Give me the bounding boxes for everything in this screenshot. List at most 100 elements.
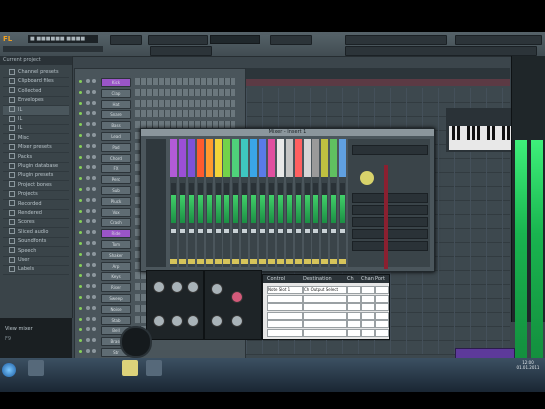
grid-cell[interactable] <box>267 328 303 337</box>
taskbar-icon-fl[interactable] <box>122 360 138 376</box>
volume-knob[interactable] <box>92 111 96 116</box>
channel-led[interactable] <box>79 285 82 289</box>
channel-button[interactable]: Pluck <box>101 196 131 206</box>
big-dial[interactable] <box>120 326 152 358</box>
volume-knob[interactable] <box>92 241 96 245</box>
record-buttons[interactable] <box>150 46 212 56</box>
pattern-selector[interactable] <box>110 35 142 45</box>
grid-cell[interactable] <box>375 311 389 320</box>
song-position[interactable] <box>270 35 312 45</box>
grid-cell[interactable] <box>375 303 389 311</box>
taskbar-icon[interactable] <box>28 360 44 376</box>
volume-knob[interactable] <box>92 89 96 94</box>
step-buttons[interactable] <box>135 88 235 96</box>
mixer-insert-strip[interactable] <box>241 139 249 267</box>
insert-fader[interactable] <box>322 229 328 233</box>
plugin-knob[interactable] <box>171 315 183 327</box>
insert-fader[interactable] <box>215 229 221 233</box>
volume-knob[interactable] <box>92 208 96 213</box>
grid-cell[interactable] <box>303 311 347 320</box>
mixer-insert-strip[interactable] <box>232 139 240 267</box>
mixer-insert-strip[interactable] <box>276 139 284 267</box>
grid-cell[interactable]: Note Slot 1 <box>267 286 303 294</box>
pan-knob[interactable] <box>86 349 90 353</box>
channel-button[interactable]: Hat <box>101 99 131 109</box>
volume-knob[interactable] <box>92 143 96 148</box>
mixer-insert-strip[interactable] <box>214 139 222 267</box>
pan-knob[interactable] <box>86 208 90 213</box>
volume-knob[interactable] <box>92 100 96 105</box>
grid-cell[interactable] <box>267 303 303 311</box>
mixer-insert-strip[interactable] <box>312 139 320 267</box>
insert-fader[interactable] <box>233 229 239 233</box>
grid-cell[interactable] <box>375 294 389 303</box>
channel-led[interactable] <box>79 166 82 170</box>
volume-knob[interactable] <box>92 295 96 299</box>
insert-fader[interactable] <box>331 229 337 233</box>
pan-knob[interactable] <box>86 176 90 181</box>
channel-button[interactable]: Vox <box>101 207 131 217</box>
volume-knob[interactable] <box>92 154 96 159</box>
insert-route-button[interactable] <box>187 259 195 264</box>
fx-slot[interactable] <box>352 229 428 239</box>
channel-led[interactable] <box>79 231 82 235</box>
grid-cell[interactable] <box>303 328 347 337</box>
insert-route-button[interactable] <box>339 259 347 264</box>
channel-button[interactable]: Pad <box>101 142 131 152</box>
mixer-insert-strip[interactable] <box>339 139 347 267</box>
channel-button[interactable]: Snare <box>101 110 131 120</box>
channel-led[interactable] <box>79 328 82 332</box>
grid-cell[interactable] <box>267 320 303 328</box>
fx-slot[interactable] <box>352 205 428 215</box>
volume-knob[interactable] <box>92 176 96 181</box>
channel-led[interactable] <box>79 188 82 191</box>
insert-fader[interactable] <box>277 229 283 233</box>
grid-cell[interactable] <box>303 320 347 328</box>
volume-knob[interactable] <box>92 284 96 289</box>
mixer-insert-strip[interactable] <box>259 139 266 267</box>
insert-route-button[interactable] <box>303 259 311 264</box>
step-buttons[interactable] <box>135 78 235 85</box>
pan-knob[interactable] <box>86 143 90 148</box>
grid-cell[interactable] <box>361 303 375 311</box>
insert-route-button[interactable] <box>267 259 275 264</box>
mixer-insert-strip[interactable] <box>303 139 311 267</box>
volume-knob[interactable] <box>92 251 96 256</box>
pan-knob[interactable] <box>86 284 90 289</box>
insert-fader[interactable] <box>206 229 212 233</box>
pan-knob[interactable] <box>86 154 90 159</box>
channel-led[interactable] <box>79 177 82 181</box>
plugin-knob[interactable] <box>171 281 183 293</box>
plugin-knob[interactable] <box>187 281 199 293</box>
volume-knob[interactable] <box>92 338 96 343</box>
pan-knob[interactable] <box>86 230 90 235</box>
channel-button[interactable]: Sub <box>101 186 131 195</box>
channel-led[interactable] <box>79 90 82 94</box>
insert-route-button[interactable] <box>321 259 329 264</box>
volume-knob[interactable] <box>92 197 96 202</box>
channel-button[interactable]: Crash <box>101 218 131 228</box>
insert-route-button[interactable] <box>178 259 186 264</box>
insert-route-button[interactable] <box>312 259 320 264</box>
insert-fader[interactable] <box>251 229 257 233</box>
piano-black-key[interactable] <box>502 126 505 140</box>
channel-led[interactable] <box>79 274 82 278</box>
volume-knob[interactable] <box>92 79 96 83</box>
grid-cell[interactable] <box>347 320 361 328</box>
start-button[interactable] <box>2 363 16 377</box>
pan-knob[interactable] <box>86 122 90 127</box>
volume-knob[interactable] <box>92 122 96 127</box>
plugin-knob[interactable] <box>211 283 223 295</box>
insert-route-button[interactable] <box>276 259 284 264</box>
channel-led[interactable] <box>79 134 82 137</box>
insert-route-button[interactable] <box>294 259 302 264</box>
grid-cell[interactable] <box>303 303 347 311</box>
plugin-knob[interactable] <box>187 315 199 327</box>
pan-knob[interactable] <box>86 273 90 278</box>
channel-led[interactable] <box>79 263 82 267</box>
mixer-insert-strip[interactable] <box>285 139 293 267</box>
volume-knob[interactable] <box>92 165 96 170</box>
plugin-knob[interactable] <box>153 281 165 293</box>
channel-led[interactable] <box>79 123 82 127</box>
pan-knob[interactable] <box>86 111 90 116</box>
